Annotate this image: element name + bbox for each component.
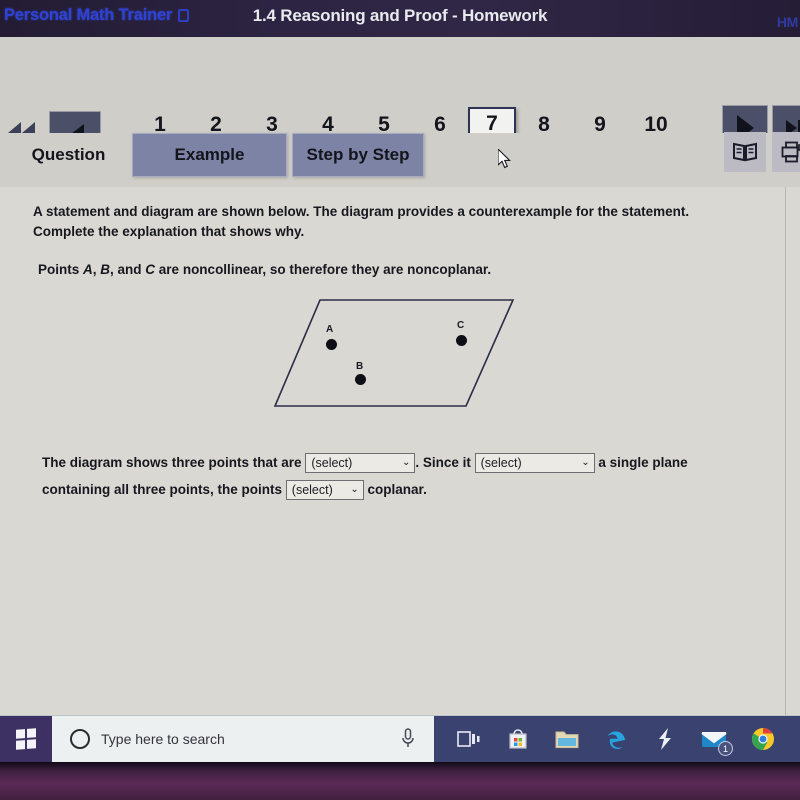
tab-step-by-step[interactable]: Step by Step — [292, 133, 424, 177]
statement-pre: Points — [38, 262, 84, 277]
search-input-placeholder: Type here to search — [101, 731, 225, 747]
point-a-label: A — [83, 262, 93, 277]
mail-button[interactable]: 1 — [701, 726, 733, 756]
diagram-label-c: C — [457, 320, 465, 331]
chevron-down-icon: ⌄ — [350, 484, 359, 496]
monitor-bezel — [0, 762, 800, 800]
select-2[interactable]: (select) ⌄ — [474, 453, 595, 474]
start-button[interactable] — [0, 715, 52, 763]
point-c-label: C — [145, 262, 156, 277]
print-button[interactable] — [772, 132, 800, 172]
mail-unread-badge: 1 — [718, 741, 733, 756]
diagram-label-b: B — [356, 361, 364, 372]
statement-text: Points A, B, and C are noncollinear, so … — [38, 262, 491, 277]
sep-2: , and — [110, 262, 146, 277]
task-view-button[interactable] — [456, 726, 482, 752]
windows-start-icon — [16, 728, 36, 750]
question-content: A statement and diagram are shown below.… — [0, 187, 800, 715]
statement-post: are noncollinear, so therefore they are … — [155, 262, 492, 277]
file-explorer-button[interactable] — [554, 726, 580, 752]
tab-question[interactable]: Question — [16, 133, 121, 177]
microsoft-store-button[interactable] — [505, 726, 531, 752]
windows-taskbar: Type here to search 1 — [0, 715, 800, 763]
file-explorer-icon — [555, 731, 579, 749]
answer-part-1: The diagram shows three points that are — [42, 455, 302, 470]
microsoft-store-icon — [509, 729, 527, 749]
edge-browser-icon — [607, 731, 625, 749]
lightning-s-icon — [659, 728, 671, 750]
taskbar-tray: 1 — [434, 715, 800, 763]
select-2-value: (select) — [480, 455, 522, 470]
open-book-icon — [733, 142, 757, 162]
answer-part-4: coplanar. — [367, 482, 427, 497]
tab-bar: Question Example Step by Step — [0, 132, 800, 187]
plane-with-three-points: A C B — [270, 292, 520, 422]
chrome-browser-button[interactable] — [750, 726, 776, 752]
microphone-button[interactable] — [382, 715, 434, 763]
chevron-down-icon: ⌄ — [401, 457, 411, 469]
question-prompt: A statement and diagram are shown below.… — [33, 204, 690, 239]
select-1[interactable]: (select) ⌄ — [305, 453, 416, 474]
point-b-label: B — [100, 262, 111, 277]
answer-explanation: The diagram shows three points that are … — [42, 449, 742, 503]
lightning-s-button[interactable] — [652, 726, 678, 752]
printer-icon — [781, 141, 800, 163]
task-view-icon — [457, 731, 480, 747]
page-title: 1.4 Reasoning and Proof - Homework — [252, 6, 548, 25]
edge-browser-button[interactable] — [603, 726, 629, 752]
navigation-strip: 1 2 3 4 5 6 7 8 9 10 — [0, 37, 800, 169]
book-button[interactable] — [724, 132, 766, 172]
select-3-value: (select) — [291, 482, 333, 497]
microphone-icon — [402, 728, 414, 747]
parallelogram-plane-shape — [273, 299, 515, 407]
search-box[interactable]: Type here to search — [52, 715, 382, 763]
select-3[interactable]: (select) ⌄ — [285, 480, 364, 501]
answer-part-2: . Since it — [415, 455, 471, 470]
chrome-browser-icon — [752, 728, 774, 750]
header-right-text: HM — [776, 14, 798, 30]
cortana-circle-icon[interactable] — [70, 729, 90, 749]
diagram-dot-c — [456, 335, 467, 346]
chevron-down-icon: ⌄ — [581, 457, 590, 469]
diagram-dot-a — [326, 339, 337, 350]
app-header: Personal Math Trainer 1.4 Reasoning and … — [0, 0, 800, 37]
select-1-value: (select) — [311, 455, 353, 470]
tab-example[interactable]: Example — [132, 133, 287, 177]
screen: Personal Math Trainer 1.4 Reasoning and … — [0, 0, 800, 800]
mouse-cursor — [498, 149, 511, 169]
diagram-label-a: A — [326, 324, 334, 335]
diagram-dot-b — [355, 374, 366, 385]
